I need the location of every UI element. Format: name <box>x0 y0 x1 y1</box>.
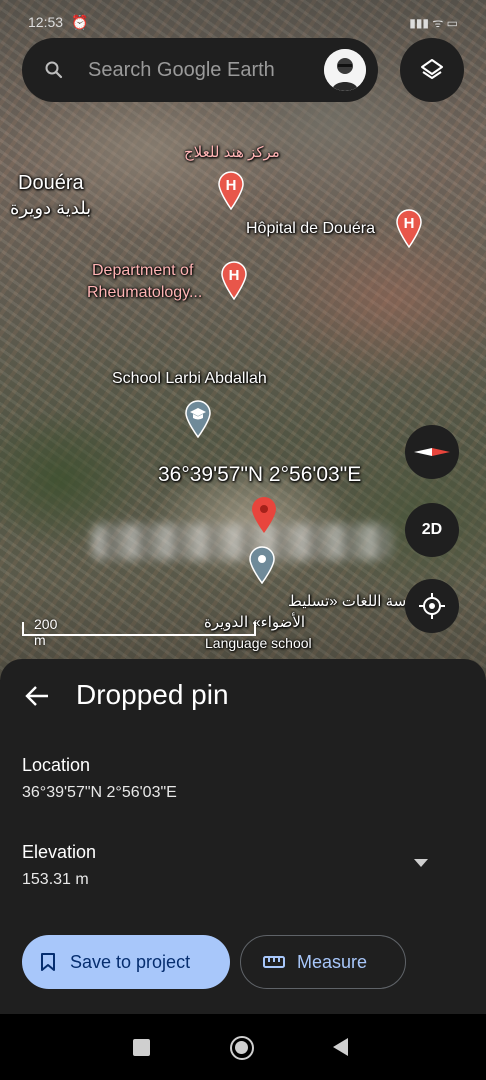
measure-label: Measure <box>297 951 368 972</box>
map-label-douera[interactable]: Douéra <box>18 172 84 195</box>
map-label-department-line2[interactable]: Rheumatology... <box>87 284 202 302</box>
layers-icon <box>421 59 443 79</box>
scale-tick-right <box>254 622 256 636</box>
search-bar[interactable]: Search Google Earth <box>22 38 378 102</box>
recents-button[interactable] <box>133 1039 150 1056</box>
sheet-title: Dropped pin <box>76 679 229 710</box>
view-2d-button[interactable]: 2D <box>405 503 459 557</box>
map-label-department-line1[interactable]: Department of <box>92 262 193 280</box>
hospital-icon[interactable]: H <box>395 208 423 248</box>
compass-icon <box>414 448 450 456</box>
layers-button[interactable] <box>400 38 464 102</box>
system-nav-bar <box>0 1014 486 1080</box>
save-to-project-label: Save to project <box>70 951 191 972</box>
my-location-button[interactable] <box>405 579 459 633</box>
elevation-label: Elevation <box>22 842 97 862</box>
save-to-project-button[interactable]: Save to project <box>22 935 230 989</box>
blurred-place-label <box>92 524 392 560</box>
svg-text:H: H <box>229 267 240 284</box>
status-indicators: ▮▮▮ ᯤ ▭ <box>409 15 458 30</box>
map-label-coordinates: 36°39'57"N 2°56'03"E <box>158 463 362 486</box>
hospital-icon[interactable]: H <box>220 260 248 300</box>
map-label-school-larbi-abdallah[interactable]: School Larbi Abdallah <box>112 370 267 388</box>
alarm-icon: ⏰ <box>71 13 89 30</box>
back-button[interactable] <box>20 679 54 713</box>
compass-button[interactable] <box>405 425 459 479</box>
chevron-down-icon[interactable] <box>410 856 432 870</box>
search-input[interactable]: Search Google Earth <box>88 59 275 82</box>
locate-icon <box>419 593 445 619</box>
map-label-language-school[interactable]: Language school <box>205 635 312 651</box>
location-label: Location <box>22 755 91 775</box>
back-arrow-icon <box>25 686 48 706</box>
avatar[interactable] <box>324 49 366 91</box>
ruler-icon <box>263 956 285 968</box>
bookmark-icon <box>41 953 55 971</box>
measure-button[interactable]: Measure <box>240 935 406 989</box>
search-icon <box>44 60 64 80</box>
status-bar: 12:53 ⏰ ▮▮▮ ᯤ ▭ <box>28 10 458 34</box>
svg-text:H: H <box>226 177 237 194</box>
status-time: 12:53 <box>28 14 64 30</box>
red-pin-icon[interactable] <box>250 496 278 534</box>
svg-text:H: H <box>404 215 415 232</box>
satellite-map[interactable]: Douéra بلدية دويرة مركز هند للعلاج Hôpit… <box>0 0 486 680</box>
system-back-button[interactable] <box>333 1038 348 1056</box>
place-pin-icon[interactable] <box>248 546 276 584</box>
scale-line <box>22 634 256 636</box>
elevation-value: 153.31 m <box>22 871 89 888</box>
school-icon[interactable] <box>184 400 212 438</box>
dropped-pin-sheet: Dropped pin Location 36°39'57"N 2°56'03"… <box>0 659 486 1014</box>
map-label-hopital-douera[interactable]: Hôpital de Douéra <box>246 220 375 238</box>
location-value: 36°39'57"N 2°56'03"E <box>22 784 177 801</box>
map-label-douera-arabic[interactable]: بلدية دويرة <box>10 198 91 219</box>
hospital-icon[interactable]: H <box>217 170 245 210</box>
map-label-hind-center[interactable]: مركز هند للعلاج <box>184 143 280 161</box>
scale-label: 200 m <box>34 616 58 648</box>
home-button[interactable] <box>230 1036 254 1060</box>
